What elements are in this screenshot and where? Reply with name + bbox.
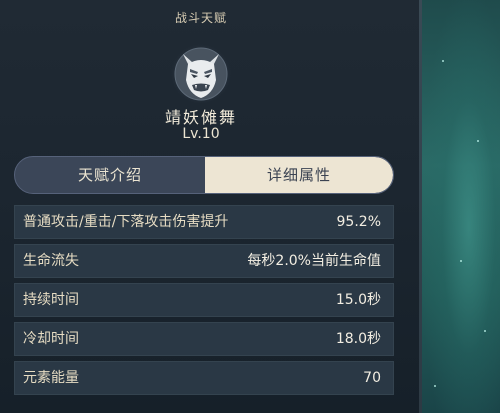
talent-tabs: 天赋介绍 详细属性 (14, 156, 394, 194)
attribute-label: 冷却时间 (23, 331, 79, 347)
attribute-label: 持续时间 (23, 292, 79, 308)
attribute-label: 普通攻击/重击/下落攻击伤害提升 (23, 214, 229, 230)
sparkle (434, 385, 436, 387)
attribute-row: 生命流失 每秒2.0%当前生命值 (14, 244, 394, 278)
attribute-label: 元素能量 (23, 370, 79, 386)
talent-level: Lv.10 (182, 126, 220, 142)
section-title: 战斗天赋 (174, 11, 227, 25)
attribute-value: 18.0秒 (335, 331, 381, 347)
talent-name: 靖妖傩舞 (164, 108, 237, 127)
attribute-row: 冷却时间 18.0秒 (14, 322, 394, 356)
attribute-list: 普通攻击/重击/下落攻击伤害提升 95.2% 生命流失 每秒2.0%当前生命值 … (14, 205, 394, 400)
attribute-value: 95.2% (336, 214, 381, 230)
scene-background (422, 0, 500, 413)
attribute-label: 生命流失 (23, 253, 79, 269)
attribute-row: 持续时间 15.0秒 (14, 283, 394, 317)
tab-detailed-attributes[interactable]: 详细属性 (205, 157, 393, 193)
sparkle (460, 260, 462, 262)
attribute-value: 15.0秒 (335, 292, 381, 308)
sparkle (484, 330, 486, 332)
sparkle (442, 60, 444, 62)
attribute-row: 元素能量 70 (14, 361, 394, 395)
tab-talent-intro[interactable]: 天赋介绍 (15, 157, 205, 193)
attribute-value: 70 (363, 370, 381, 386)
attribute-row: 普通攻击/重击/下落攻击伤害提升 95.2% (14, 205, 394, 239)
sparkle (477, 140, 479, 142)
attribute-value: 每秒2.0%当前生命值 (247, 253, 381, 269)
